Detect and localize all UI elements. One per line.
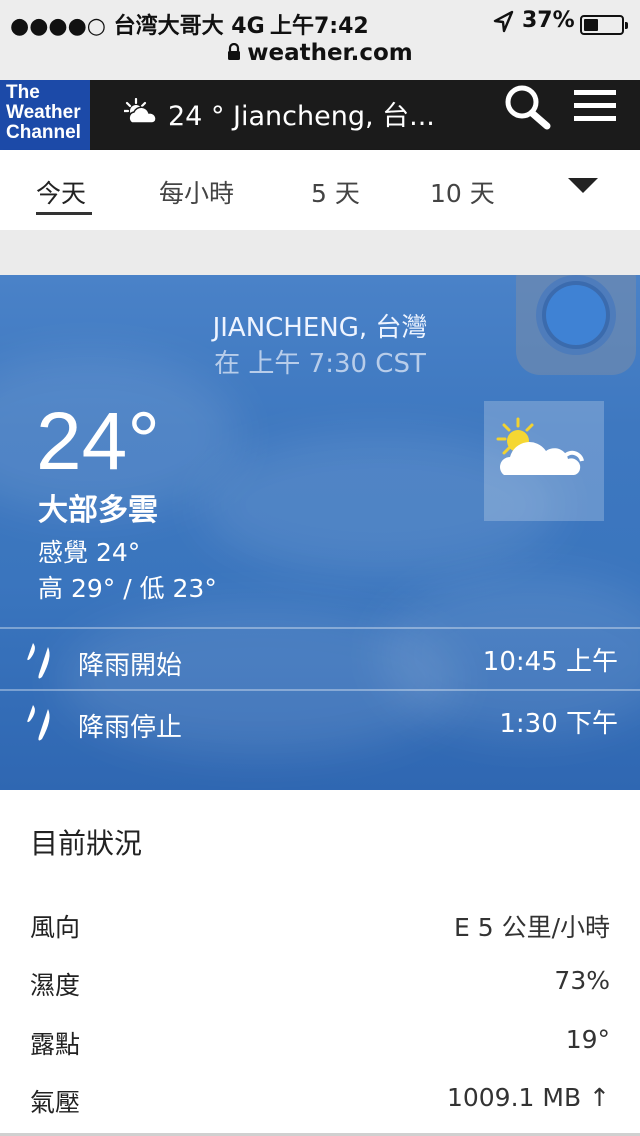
rain-stop-time: 1:30 下午	[499, 709, 618, 739]
wind-value: E 5 公里/小時	[453, 913, 610, 942]
high-low: 高 29° / 低 23°	[38, 574, 217, 603]
status-bar: ●●●●○ 台湾大哥大 4G 上午7:42 37% weather.com	[0, 0, 640, 80]
pressure-value: 1009.1 MB ↑	[446, 1083, 610, 1112]
forecast-tabs: 今天 每小時 5 天 10 天	[0, 150, 640, 230]
active-tab-indicator	[36, 212, 92, 215]
partly-cloudy-icon	[122, 97, 162, 130]
tab-5-day[interactable]: 5 天	[311, 174, 360, 210]
tab-hourly[interactable]: 每小時	[159, 174, 234, 210]
raindrops-icon	[24, 703, 60, 747]
condition-text: 大部多雲	[38, 493, 158, 528]
rain-stop-row: 降雨停止 1:30 下午	[0, 689, 640, 753]
battery-percent: 37%	[522, 8, 575, 33]
current-weather-panel: JIANCHENG, 台灣 在 上午 7:30 CST 24° 大部多雲 感覺 …	[0, 275, 640, 790]
dew-point-value: 19°	[565, 1025, 610, 1054]
lock-icon	[227, 41, 241, 67]
hamburger-menu-icon[interactable]	[574, 90, 616, 122]
dew-point-row: 露點 19°	[0, 1017, 640, 1067]
search-icon[interactable]	[503, 84, 551, 134]
tab-today[interactable]: 今天	[36, 174, 86, 210]
current-temperature: 24°	[36, 396, 161, 487]
url-text: weather.com	[247, 40, 413, 66]
pressure-row: 氣壓 1009.1 MB ↑	[0, 1075, 640, 1125]
rain-stop-label: 降雨停止	[78, 713, 183, 743]
weather-channel-logo[interactable]: The Weather Channel	[0, 80, 90, 150]
tabs-dropdown-icon[interactable]	[568, 178, 598, 193]
url-bar[interactable]: weather.com	[0, 40, 640, 67]
carrier-label: ●●●●○ 台湾大哥大 4G	[10, 14, 265, 39]
clock: 上午7:42	[270, 14, 369, 39]
mostly-cloudy-icon	[484, 401, 604, 521]
battery-icon	[580, 15, 628, 35]
current-conditions-title: 目前狀況	[30, 827, 143, 860]
rain-start-time: 10:45 上午	[482, 647, 618, 677]
logo-line-1: The	[6, 82, 40, 103]
humidity-value: 73%	[554, 966, 610, 995]
logo-line-3: Channel	[6, 122, 81, 143]
floating-action-button[interactable]	[516, 275, 636, 375]
humidity-row: 濕度 73%	[0, 958, 640, 1008]
tab-10-day[interactable]: 10 天	[430, 174, 495, 210]
wind-row: 風向 E 5 公里/小時	[0, 900, 640, 950]
dew-point-label: 露點	[30, 1030, 81, 1059]
humidity-label: 濕度	[30, 971, 81, 1000]
section-gap	[0, 230, 640, 275]
rain-start-label: 降雨開始	[78, 651, 183, 681]
feels-like: 感覺 24°	[38, 538, 141, 567]
logo-line-2: Weather	[6, 102, 81, 123]
location-arrow-icon	[492, 10, 514, 38]
wind-label: 風向	[30, 913, 81, 942]
rain-start-row: 降雨開始 10:45 上午	[0, 627, 640, 691]
raindrops-icon	[24, 641, 60, 685]
pressure-label: 氣壓	[30, 1088, 81, 1117]
header-current-weather[interactable]: 24 ° Jiancheng, 台...	[168, 94, 435, 133]
